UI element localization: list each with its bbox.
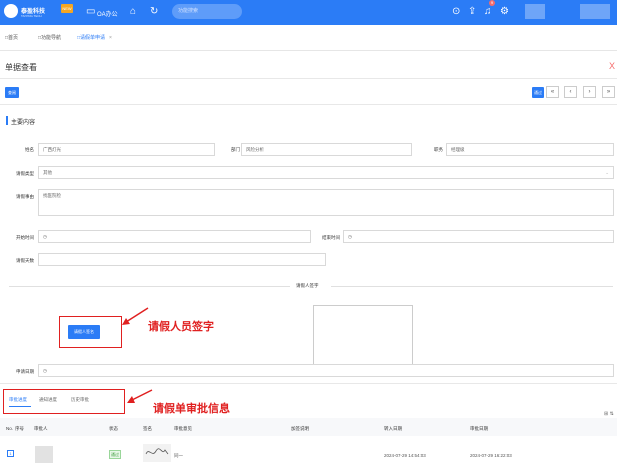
tab-approval-history[interactable]: 历史审批 [71, 397, 89, 403]
last-page-button[interactable]: » [602, 86, 615, 98]
table-header-no: No. [6, 426, 14, 431]
opinion-value: 同一 [174, 453, 183, 458]
home-icon[interactable]: ⌂ [130, 7, 136, 17]
name-field[interactable]: 广西灯光 [38, 143, 215, 156]
apply-date-label: 申请日期 [16, 369, 34, 374]
divider [0, 383, 617, 384]
page-title: 单据查看 [5, 63, 37, 72]
table-header-in-date: 转入日期 [384, 426, 402, 431]
table-header-index: 序号 [15, 426, 24, 431]
dept-label: 部门 [231, 147, 240, 152]
close-icon[interactable]: X [609, 61, 615, 71]
search-icon[interactable]: ⊙ [452, 7, 460, 17]
table-header-approver: 审批人 [34, 426, 48, 431]
refresh-icon[interactable]: ↻ [150, 7, 158, 17]
divider [0, 78, 617, 79]
table-header-signature: 签名 [143, 426, 152, 431]
leave-reason-textarea[interactable]: 找医院检 [38, 189, 614, 216]
active-tab-underline [9, 406, 31, 407]
leave-type-value: 其他 [43, 170, 52, 175]
table-header-extra-note: 加签说明 [291, 426, 309, 431]
divider [9, 286, 290, 287]
annotation-arrow-icon [122, 307, 149, 325]
approve-date-value: 2024-07-29 16:22:03 [470, 453, 512, 458]
post-label: 职务 [434, 147, 443, 152]
tab-home[interactable]: □首页 [5, 34, 18, 41]
page-tabs-bar: □首页 □功能导航 □请假单申请 × [0, 25, 617, 51]
annotation-approval-text: 请假单审批信息 [153, 403, 230, 415]
top-bar: 泰盈科技 TAIYING TECH NEW ▭ OA办公 ⌂ ↻ 功能搜索 ⊙ … [0, 0, 617, 25]
divider [0, 104, 617, 105]
table-header-approve-date: 审批日期 [470, 426, 488, 431]
end-time-field[interactable]: ◷ [343, 230, 614, 243]
signature-display-box[interactable] [313, 305, 413, 365]
start-time-label: 开始时间 [16, 235, 34, 240]
in-date-value: 2024-07-29 14:54:03 [384, 453, 426, 458]
name-label: 姓名 [25, 147, 34, 152]
leave-days-label: 请假天数 [16, 258, 34, 263]
section-accent-bar [6, 116, 8, 125]
annotation-sign-text: 请假人员签字 [148, 321, 214, 333]
status-badge: 通过 [109, 450, 121, 459]
signature-scribble-icon [145, 448, 169, 455]
leave-reason-label: 请假事由 [16, 194, 34, 199]
pin-icon[interactable]: ⇪ [468, 7, 476, 17]
first-page-button[interactable]: « [546, 86, 559, 98]
notification-count-badge: 9 [489, 0, 495, 6]
table-tools-icon[interactable]: ⊞ ⇅ [604, 411, 614, 417]
monitor-icon[interactable]: ▭ [86, 7, 95, 17]
leave-type-select[interactable]: 其他 ⌄ [38, 166, 614, 179]
annotation-arrow-icon [127, 389, 153, 403]
tab-function-nav[interactable]: □功能导航 [38, 34, 61, 41]
logo-icon [4, 4, 18, 18]
approver-blur [35, 446, 53, 463]
logo-subtitle: TAIYING TECH [21, 14, 42, 18]
view-button[interactable]: 查阅 [5, 87, 19, 98]
divider [331, 286, 613, 287]
oa-menu-label[interactable]: OA办公 [97, 9, 118, 18]
user-info-blur[interactable] [525, 4, 545, 19]
tab-leave-application[interactable]: □请假单申请 × [77, 34, 112, 41]
dept-field[interactable]: 风险分析 [241, 143, 412, 156]
table-header-opinion: 审批意见 [174, 426, 192, 431]
pass-button[interactable]: 通过 [532, 87, 544, 98]
signature-section-title: 请假人签字 [296, 283, 319, 288]
function-search-input[interactable]: 功能搜索 [172, 4, 242, 19]
tab-approval-progress[interactable]: 审批进度 [9, 397, 27, 403]
tab-notify-progress[interactable]: 通知进度 [39, 397, 57, 403]
next-page-button[interactable]: › [583, 86, 596, 98]
end-time-label: 结束时间 [322, 235, 340, 240]
chevron-down-icon: ⌄ [605, 170, 609, 175]
leave-type-label: 请假类型 [16, 171, 34, 176]
row-number[interactable]: 1 [7, 450, 14, 457]
apply-date-field[interactable]: ◷ [38, 364, 614, 377]
user-name-blur[interactable] [580, 4, 610, 19]
prev-page-button[interactable]: ‹ [564, 86, 577, 98]
post-field[interactable]: 经理级 [446, 143, 614, 156]
start-time-field[interactable]: ◷ [38, 230, 311, 243]
section-title: 主要内容 [11, 120, 36, 126]
applicant-sign-button[interactable]: 请假人签名 [68, 325, 100, 339]
tab-close-icon[interactable]: × [109, 35, 112, 41]
settings-icon[interactable]: ⚙ [500, 7, 509, 17]
table-header-status: 状态 [109, 426, 118, 431]
leave-days-field[interactable] [38, 253, 326, 266]
signature-image[interactable] [143, 444, 171, 462]
bell-icon[interactable]: ♫ [484, 7, 492, 17]
new-badge: NEW [61, 4, 73, 13]
